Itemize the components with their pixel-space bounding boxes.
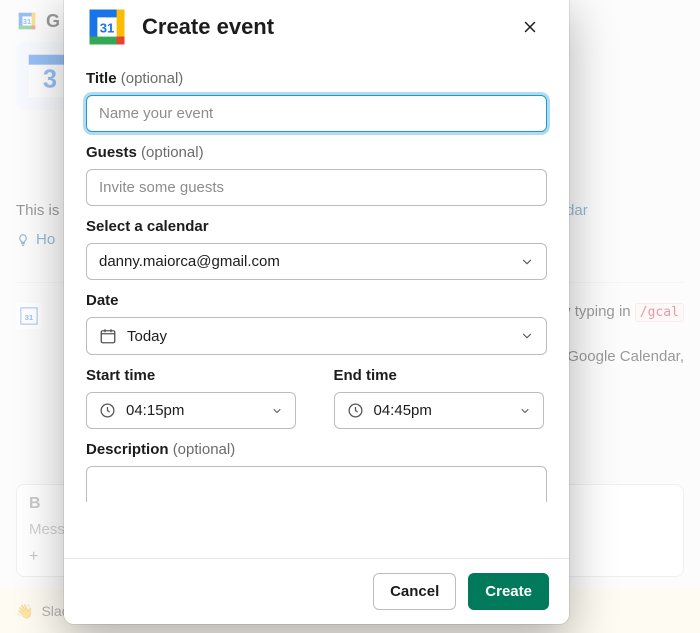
end-time-field: End time 04:45pm	[334, 367, 548, 429]
create-button[interactable]: Create	[468, 573, 549, 610]
end-time-select[interactable]: 04:45pm	[334, 392, 544, 429]
description-field: Description (optional)	[86, 441, 547, 502]
gcal-icon: 31	[86, 6, 128, 48]
time-fields: Start time 04:15pm End	[86, 367, 547, 429]
guests-input[interactable]	[86, 169, 547, 206]
calendar-page-icon	[99, 327, 117, 345]
calendar-select[interactable]: danny.maiorca@gmail.com	[86, 243, 547, 280]
description-input[interactable]	[86, 466, 547, 502]
chevron-down-icon	[520, 255, 534, 269]
clock-icon	[347, 402, 364, 419]
date-select[interactable]: Today	[86, 317, 547, 355]
start-time-field: Start time 04:15pm	[86, 367, 300, 429]
calendar-value: danny.maiorca@gmail.com	[99, 253, 280, 270]
modal-title: Create event	[142, 14, 274, 40]
calendar-field: Select a calendar danny.maiorca@gmail.co…	[86, 218, 547, 280]
title-field: Title (optional)	[86, 70, 547, 132]
close-button[interactable]	[513, 10, 547, 44]
guests-field: Guests (optional)	[86, 144, 547, 206]
modal-body: Title (optional) Guests (optional) Selec…	[64, 56, 569, 558]
title-label: Title (optional)	[86, 70, 547, 87]
end-time-value: 04:45pm	[374, 402, 432, 419]
start-time-label: Start time	[86, 367, 300, 384]
date-field: Date Today	[86, 292, 547, 355]
modal-header: 31 Create event	[64, 0, 569, 56]
date-label: Date	[86, 292, 547, 309]
start-time-select[interactable]: 04:15pm	[86, 392, 296, 429]
chevron-down-icon	[520, 329, 534, 343]
title-input[interactable]	[86, 95, 547, 132]
create-event-modal: 31 Create event Title (optional) Guests …	[64, 0, 569, 624]
close-icon	[521, 18, 539, 36]
cancel-button[interactable]: Cancel	[373, 573, 456, 610]
modal-footer: Cancel Create	[64, 558, 569, 624]
description-label: Description (optional)	[86, 441, 547, 458]
start-time-value: 04:15pm	[126, 402, 184, 419]
guests-label: Guests (optional)	[86, 144, 547, 161]
chevron-down-icon	[519, 405, 531, 417]
svg-text:31: 31	[100, 20, 115, 35]
chevron-down-icon	[271, 405, 283, 417]
calendar-label: Select a calendar	[86, 218, 547, 235]
end-time-label: End time	[334, 367, 548, 384]
date-value: Today	[127, 328, 167, 345]
clock-icon	[99, 402, 116, 419]
